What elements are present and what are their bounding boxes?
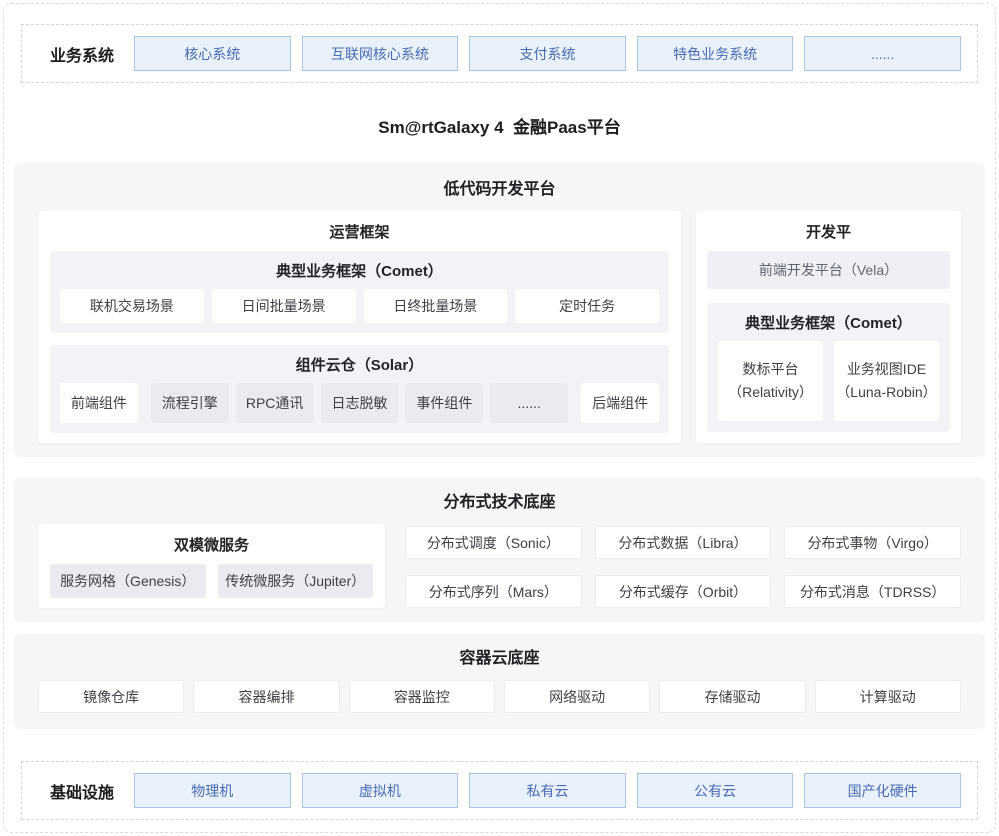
dual-mode-title: 双模微服务 bbox=[50, 524, 373, 564]
distributed-body: 双模微服务 服务网格（Genesis） 传统微服务（Jupiter） 分布式调度… bbox=[38, 524, 961, 608]
platform-title: Sm@rtGalaxy 4 金融Paas平台 bbox=[0, 113, 999, 138]
infra-private-cloud: 私有云 bbox=[469, 773, 626, 808]
infrastructure-items: 物理机 虚拟机 私有云 公有云 国产化硬件 bbox=[134, 773, 961, 808]
scenario-scheduled-task: 定时任务 bbox=[515, 289, 659, 323]
distributed-data-libra: 分布式数据（Libra） bbox=[595, 526, 772, 559]
relativity-name: 数标平台 bbox=[742, 358, 798, 381]
business-system-special: 特色业务系统 bbox=[637, 36, 794, 71]
dev-platform-title: 开发平 bbox=[707, 211, 950, 251]
component-event: 事件组件 bbox=[405, 383, 483, 423]
vela-frontend-dev-platform: 前端开发平台（Vela） bbox=[707, 251, 950, 289]
traditional-microservice-jupiter: 传统微服务（Jupiter） bbox=[218, 564, 374, 598]
operation-framework-title: 运营框架 bbox=[50, 211, 669, 251]
business-system-core: 核心系统 bbox=[134, 36, 291, 71]
dev-comet-title: 典型业务框架（Comet） bbox=[718, 303, 939, 341]
lowcode-section-title: 低代码开发平台 bbox=[38, 175, 961, 199]
solar-component-warehouse-box: 组件云仓（Solar） 前端组件 流程引擎 RPC通讯 日志脱敏 事件组件 ..… bbox=[50, 345, 669, 433]
infra-physical-machine: 物理机 bbox=[134, 773, 291, 808]
relativity-code: （Relativity） bbox=[728, 381, 813, 404]
business-systems-band: 业务系统 核心系统 互联网核心系统 支付系统 特色业务系统 ...... bbox=[21, 24, 978, 83]
lowcode-platform-section: 低代码开发平台 运营框架 典型业务框架（Comet） 联机交易场景 日间批量场景… bbox=[14, 163, 985, 457]
solar-components-row: 前端组件 流程引擎 RPC通讯 日志脱敏 事件组件 ...... 后端组件 bbox=[60, 383, 659, 423]
component-frontend: 前端组件 bbox=[60, 383, 138, 423]
component-process-engine: 流程引擎 bbox=[151, 383, 229, 423]
distributed-section-title: 分布式技术底座 bbox=[38, 488, 961, 512]
platform-architecture-diagram: 业务系统 核心系统 互联网核心系统 支付系统 特色业务系统 ...... Sm@… bbox=[0, 0, 999, 836]
component-backend: 后端组件 bbox=[581, 383, 659, 423]
distributed-tech-base-section: 分布式技术底座 双模微服务 服务网格（Genesis） 传统微服务（Jupite… bbox=[14, 478, 985, 622]
distributed-cache-orbit: 分布式缓存（Orbit） bbox=[595, 575, 772, 608]
component-log-masking: 日志脱敏 bbox=[321, 383, 399, 423]
image-registry: 镜像仓库 bbox=[38, 680, 184, 713]
container-cloud-base-section: 容器云底座 镜像仓库 容器编排 容器监控 网络驱动 存储驱动 计算驱动 bbox=[14, 634, 985, 729]
scenario-eod-batch: 日终批量场景 bbox=[364, 289, 508, 323]
dev-comet-framework-box: 典型业务框架（Comet） 数标平台 （Relativity） 业务视图IDE … bbox=[707, 303, 950, 432]
relativity-data-platform: 数标平台 （Relativity） bbox=[718, 341, 823, 421]
business-systems-items: 核心系统 互联网核心系统 支付系统 特色业务系统 ...... bbox=[134, 36, 961, 71]
distributed-sequence-mars: 分布式序列（Mars） bbox=[405, 575, 582, 608]
business-system-more: ...... bbox=[804, 36, 961, 71]
distributed-transaction-virgo: 分布式事物（Virgo） bbox=[784, 526, 961, 559]
business-systems-label: 业务系统 bbox=[30, 42, 134, 66]
comet-scenarios-row: 联机交易场景 日间批量场景 日终批量场景 定时任务 bbox=[60, 289, 659, 323]
comet-business-framework-box: 典型业务框架（Comet） 联机交易场景 日间批量场景 日终批量场景 定时任务 bbox=[50, 251, 669, 333]
container-orchestration: 容器编排 bbox=[193, 680, 339, 713]
infrastructure-label: 基础设施 bbox=[30, 779, 134, 803]
operation-framework-card: 运营框架 典型业务框架（Comet） 联机交易场景 日间批量场景 日终批量场景 … bbox=[38, 211, 681, 443]
container-items-row: 镜像仓库 容器编排 容器监控 网络驱动 存储驱动 计算驱动 bbox=[38, 680, 961, 713]
solar-title: 组件云仓（Solar） bbox=[60, 345, 659, 383]
compute-driver: 计算驱动 bbox=[815, 680, 961, 713]
scenario-online-transaction: 联机交易场景 bbox=[60, 289, 204, 323]
component-rpc: RPC通讯 bbox=[236, 383, 314, 423]
dev-comet-items-row: 数标平台 （Relativity） 业务视图IDE （Luna-Robin） bbox=[718, 341, 939, 421]
dual-mode-items-row: 服务网格（Genesis） 传统微服务（Jupiter） bbox=[50, 564, 373, 598]
comet-business-framework-title: 典型业务框架（Comet） bbox=[60, 251, 659, 289]
business-system-payment: 支付系统 bbox=[469, 36, 626, 71]
distributed-services-grid: 分布式调度（Sonic） 分布式数据（Libra） 分布式事物（Virgo） 分… bbox=[405, 524, 961, 608]
distributed-scheduling-sonic: 分布式调度（Sonic） bbox=[405, 526, 582, 559]
scenario-daytime-batch: 日间批量场景 bbox=[212, 289, 356, 323]
container-section-title: 容器云底座 bbox=[38, 644, 961, 668]
dual-mode-microservice-card: 双模微服务 服务网格（Genesis） 传统微服务（Jupiter） bbox=[38, 524, 385, 608]
luna-robin-business-view-ide: 业务视图IDE （Luna-Robin） bbox=[834, 341, 939, 421]
infra-public-cloud: 公有云 bbox=[637, 773, 794, 808]
distributed-message-tdrss: 分布式消息（TDRSS） bbox=[784, 575, 961, 608]
lowcode-body: 运营框架 典型业务框架（Comet） 联机交易场景 日间批量场景 日终批量场景 … bbox=[38, 211, 961, 443]
container-monitoring: 容器监控 bbox=[349, 680, 495, 713]
luna-robin-code: （Luna-Robin） bbox=[836, 381, 936, 404]
infra-virtual-machine: 虚拟机 bbox=[302, 773, 459, 808]
storage-driver: 存储驱动 bbox=[659, 680, 805, 713]
component-more: ...... bbox=[490, 383, 568, 423]
network-driver: 网络驱动 bbox=[504, 680, 650, 713]
luna-robin-name: 业务视图IDE bbox=[847, 358, 926, 381]
dev-platform-card: 开发平 前端开发平台（Vela） 典型业务框架（Comet） 数标平台 （Rel… bbox=[696, 211, 961, 443]
business-system-internet-core: 互联网核心系统 bbox=[302, 36, 459, 71]
service-mesh-genesis: 服务网格（Genesis） bbox=[50, 564, 206, 598]
infra-domestic-hardware: 国产化硬件 bbox=[804, 773, 961, 808]
infrastructure-band: 基础设施 物理机 虚拟机 私有云 公有云 国产化硬件 bbox=[21, 761, 978, 820]
